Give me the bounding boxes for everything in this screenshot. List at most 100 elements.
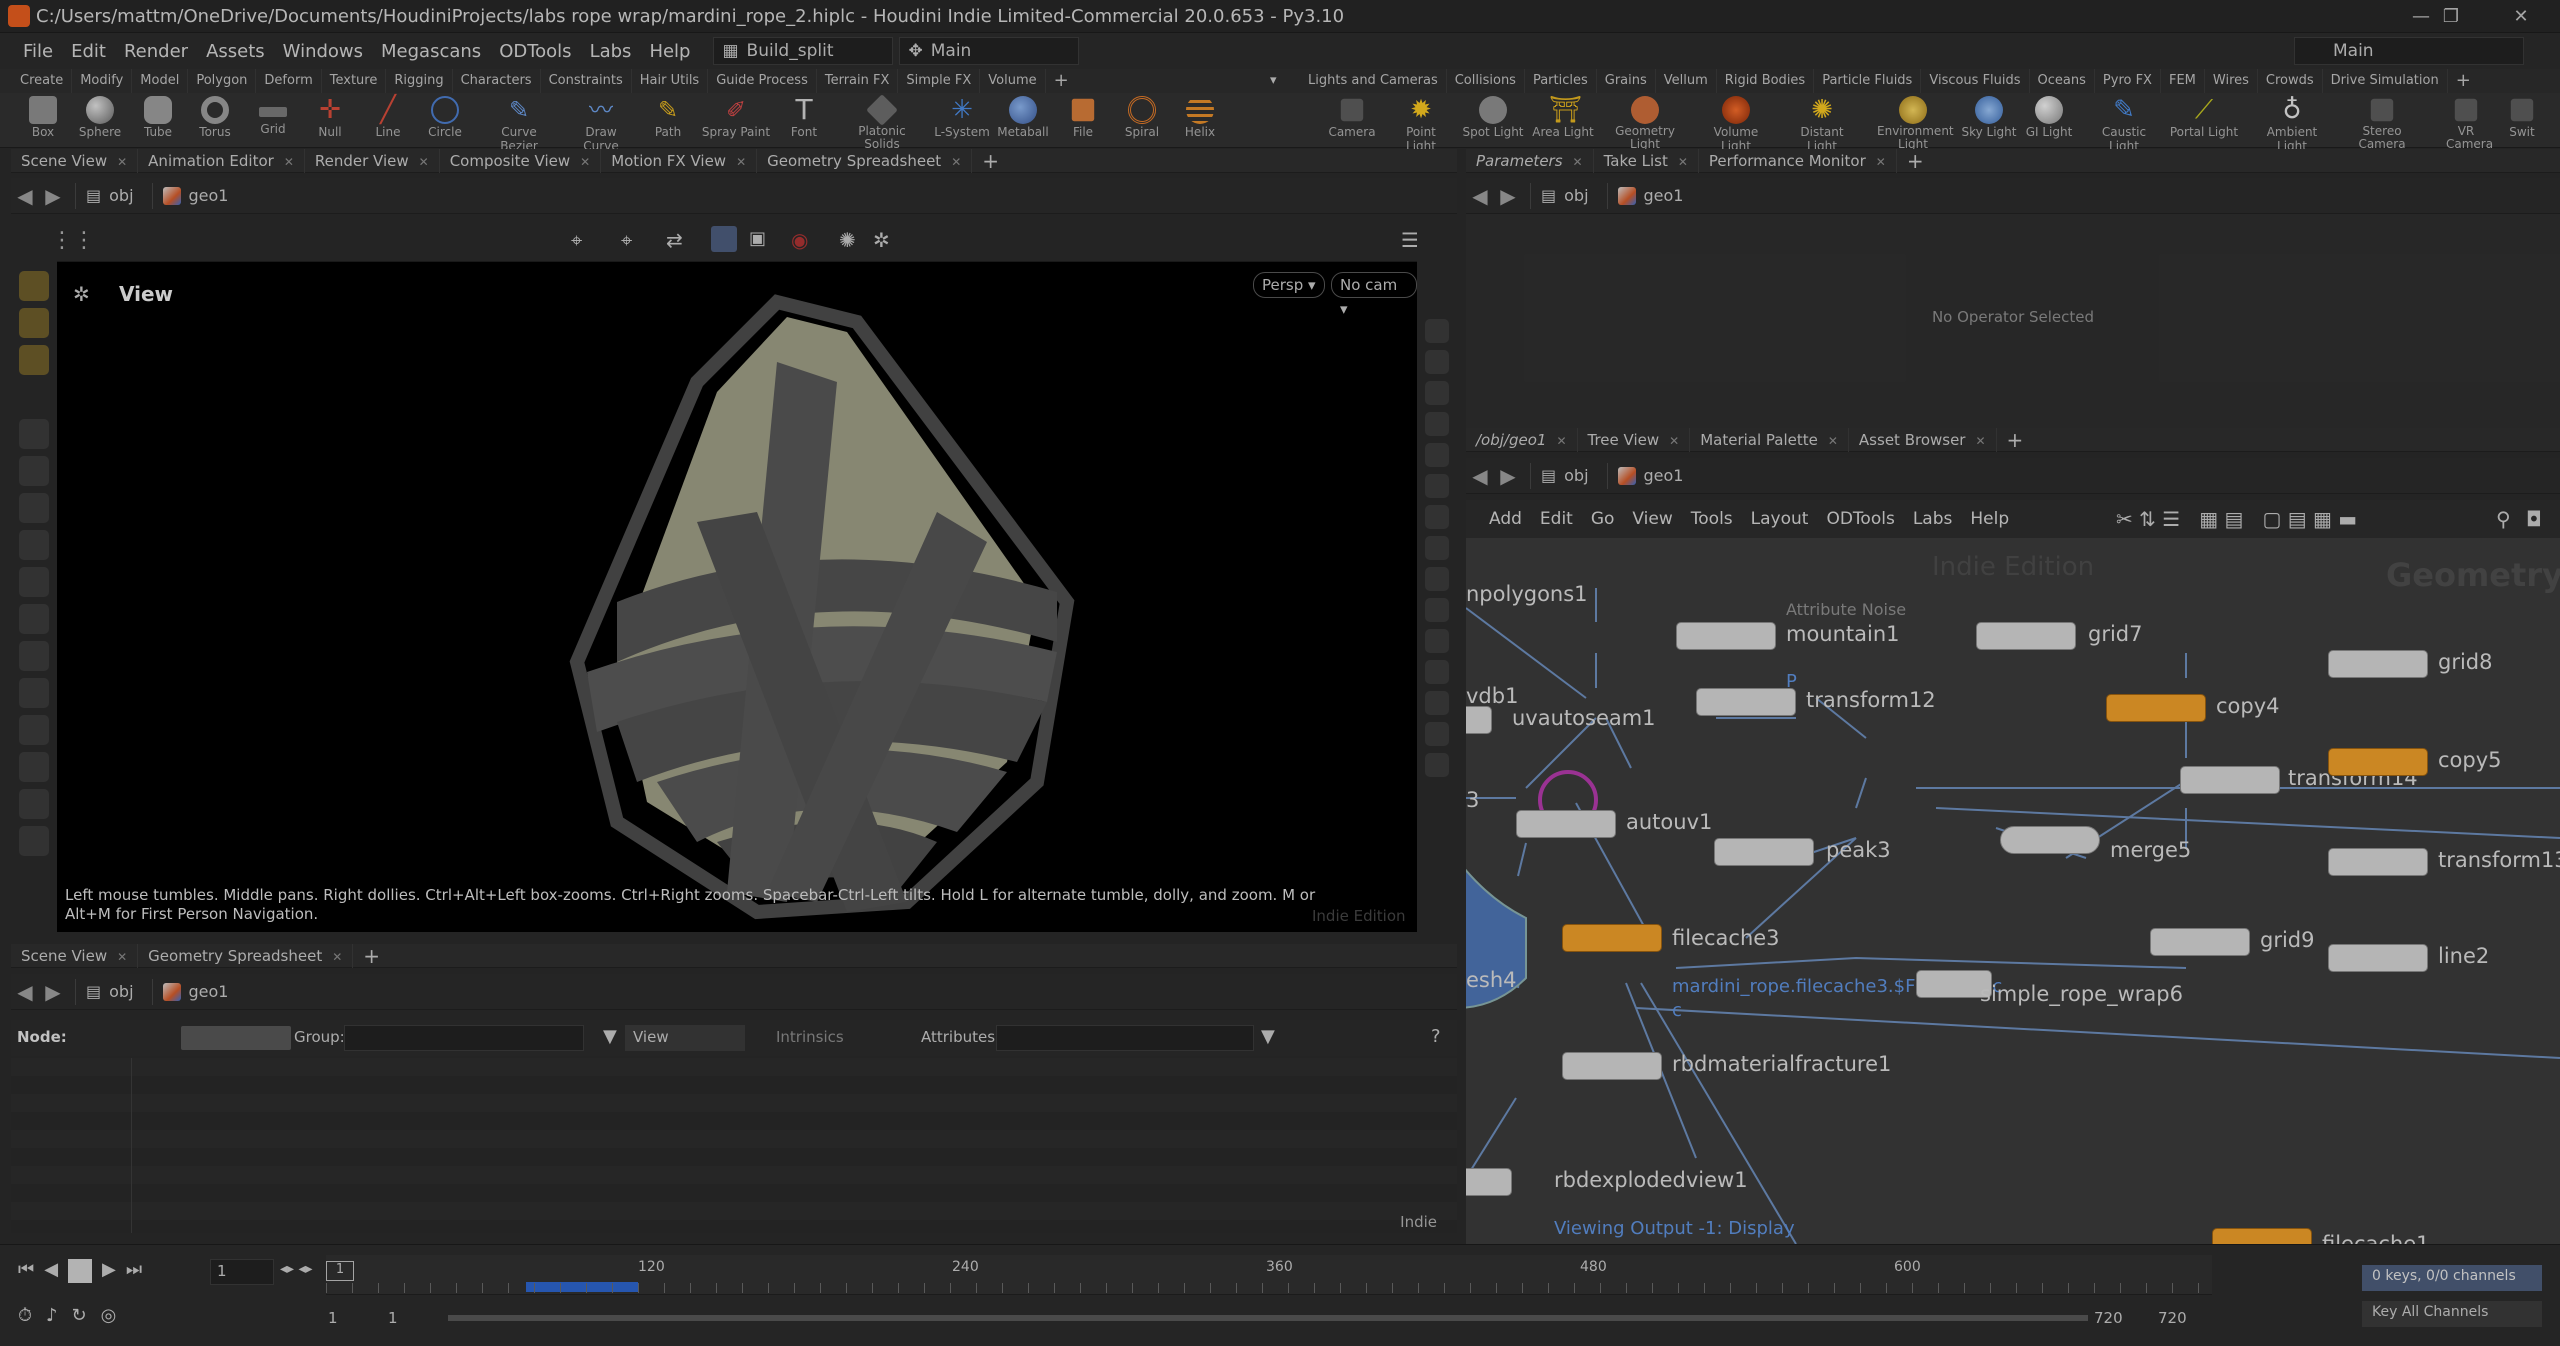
node-autouv[interactable] (1516, 810, 1616, 838)
tab-tree-view[interactable]: Tree View ✕ (1578, 427, 1691, 452)
tab-animation-editor[interactable]: Animation Editor ✕ (138, 148, 305, 173)
lock-cam-icon[interactable] (1425, 350, 1449, 374)
view-icon[interactable] (19, 789, 49, 819)
path-geo[interactable]: geo1 (1606, 462, 1694, 489)
tool-file[interactable]: File (1054, 93, 1112, 148)
path-obj[interactable]: ▤ obj (75, 978, 144, 1005)
start-frame-2[interactable]: 1 (388, 1309, 398, 1327)
component-buttons[interactable] (181, 1026, 291, 1050)
loop-icon[interactable]: ↻ (72, 1305, 87, 1326)
node-transform14[interactable] (2180, 766, 2280, 794)
add-tab-icon[interactable]: + (353, 944, 390, 968)
object-mode-icon[interactable] (19, 308, 49, 338)
menu-megascans[interactable]: Megascans (372, 41, 490, 62)
tool-vr-camera[interactable]: VR Camera (2438, 93, 2494, 151)
group-field[interactable] (344, 1025, 584, 1051)
camera-icon[interactable]: ◘ (2526, 507, 2542, 531)
path-geo[interactable]: geo1 (1606, 182, 1694, 209)
filter-icon[interactable]: ▼ (603, 1026, 617, 1047)
shelf-tab[interactable]: Create (12, 69, 73, 93)
tool-camera[interactable]: Camera (1323, 93, 1381, 148)
search-icon[interactable]: ⚲ (2496, 507, 2511, 531)
menu-assets[interactable]: Assets (197, 41, 274, 62)
main-select[interactable]: ✥ Main (899, 37, 1080, 65)
tab-geometry-spreadsheet[interactable]: Geometry Spreadsheet ✕ (138, 943, 354, 968)
safe-area-icon[interactable] (1425, 753, 1449, 777)
shelf-tab[interactable]: Constraints (541, 69, 632, 93)
shelf-tab[interactable]: Texture (322, 69, 387, 93)
node-grid9[interactable] (2150, 928, 2250, 956)
shelf-tab[interactable]: Volume (980, 69, 1046, 93)
tab-material-palette[interactable]: Material Palette ✕ (1690, 427, 1849, 452)
path-obj[interactable]: ▤ obj (1530, 462, 1599, 489)
node-mountain[interactable] (1676, 622, 1776, 650)
select-mode-icon[interactable] (19, 271, 49, 301)
close-tab-icon[interactable]: ✕ (117, 950, 127, 964)
handle-icon[interactable] (19, 604, 49, 634)
tool-portal-light[interactable]: ⟋ Portal Light (2168, 93, 2240, 148)
tab-geometry-spreadsheet[interactable]: Geometry Spreadsheet ✕ (757, 148, 973, 173)
tab-scene-view[interactable]: Scene View ✕ (11, 148, 139, 173)
close-tab-icon[interactable]: ✕ (1556, 434, 1566, 448)
templates-icon[interactable] (1425, 722, 1449, 746)
close-tab-icon[interactable]: ✕ (580, 155, 590, 169)
menu-file[interactable]: File (14, 41, 62, 62)
background-icon[interactable] (1425, 505, 1449, 529)
camera-view-icon[interactable] (19, 826, 49, 856)
tool-box[interactable]: Box (14, 93, 72, 148)
settings-icon[interactable]: ✲ (873, 228, 890, 252)
shelf-tab[interactable]: Polygon (188, 69, 257, 93)
play-icon[interactable]: ▶ (102, 1259, 116, 1283)
scene-viewport[interactable]: ✲ View Persp ▾ No cam ▾ Left mouse tumbl… (57, 262, 1417, 932)
tool-gi-light[interactable]: GI Light (2020, 93, 2078, 148)
menu-windows[interactable]: Windows (274, 41, 372, 62)
net-menu-add[interactable]: Add (1480, 509, 1531, 529)
select-icon[interactable] (19, 419, 49, 449)
desktop-select[interactable]: ▦ Build_split (713, 37, 894, 65)
end-frame[interactable]: 720 (2094, 1309, 2123, 1327)
rotate-icon[interactable] (19, 530, 49, 560)
menu-help[interactable]: Help (640, 41, 699, 62)
home-icon[interactable] (1425, 381, 1449, 405)
shelf-tab[interactable]: Modify (72, 69, 133, 93)
node-transform12[interactable] (1696, 688, 1796, 716)
tool-line[interactable]: ╱ Line (359, 93, 417, 148)
close-tab-icon[interactable]: ✕ (736, 155, 746, 169)
step-back-icon[interactable]: ◀ (44, 1259, 58, 1283)
node-uvautoseam[interactable] (1466, 706, 1492, 734)
close-tab-icon[interactable]: ✕ (117, 155, 127, 169)
record-icon[interactable]: ◉ (791, 228, 808, 252)
attributes-field[interactable] (996, 1025, 1254, 1051)
tool-torus[interactable]: Torus (186, 93, 244, 148)
tab-performance-monitor[interactable]: Performance Monitor ✕ (1699, 148, 1897, 173)
menu-labs[interactable]: Labs (581, 41, 641, 62)
step-icons[interactable]: ◂▸ ◂▸ (280, 1261, 313, 1277)
key-all-channels[interactable]: Key All Channels (2362, 1301, 2542, 1327)
tool-switcher[interactable]: Swit (2500, 93, 2544, 148)
current-frame-field[interactable]: 1 (210, 1259, 274, 1285)
node-merge5[interactable] (2000, 826, 2100, 854)
tab-take-list[interactable]: Take List ✕ (1594, 148, 1699, 173)
numbers-icon[interactable] (1425, 691, 1449, 715)
geo-mode-icon[interactable] (19, 345, 49, 375)
path-obj[interactable]: ▤ obj (1530, 182, 1599, 209)
tool-null[interactable]: ✛ Null (301, 93, 359, 148)
tab-network[interactable]: /obj/geo1 ✕ (1466, 427, 1578, 452)
forward-arrow-icon[interactable]: ▶ (1494, 184, 1522, 208)
node-transform13[interactable] (2328, 848, 2428, 876)
back-arrow-icon[interactable]: ◀ (1466, 184, 1494, 208)
intrinsics-dropdown[interactable]: Intrinsics (776, 1028, 844, 1046)
snap-edge-icon[interactable]: ⇄ (666, 228, 683, 252)
magnet-icon[interactable] (19, 715, 49, 745)
shelf-tab[interactable]: Hair Utils (632, 69, 709, 93)
guides-icon[interactable] (1425, 567, 1449, 591)
node-copy5[interactable] (2328, 748, 2428, 776)
display-mode-icon[interactable] (711, 226, 737, 252)
net-menu-edit[interactable]: Edit (1531, 509, 1582, 529)
net-menu-odtools[interactable]: ODTools (1817, 509, 1903, 529)
shelf-tab[interactable]: Drive Simulation (2323, 69, 2448, 93)
shelf-tab[interactable]: Viscous Fluids (1921, 69, 2030, 93)
move-icon[interactable] (19, 493, 49, 523)
shelf-tab[interactable]: Model (132, 69, 189, 93)
vis-icon[interactable] (1425, 319, 1449, 343)
